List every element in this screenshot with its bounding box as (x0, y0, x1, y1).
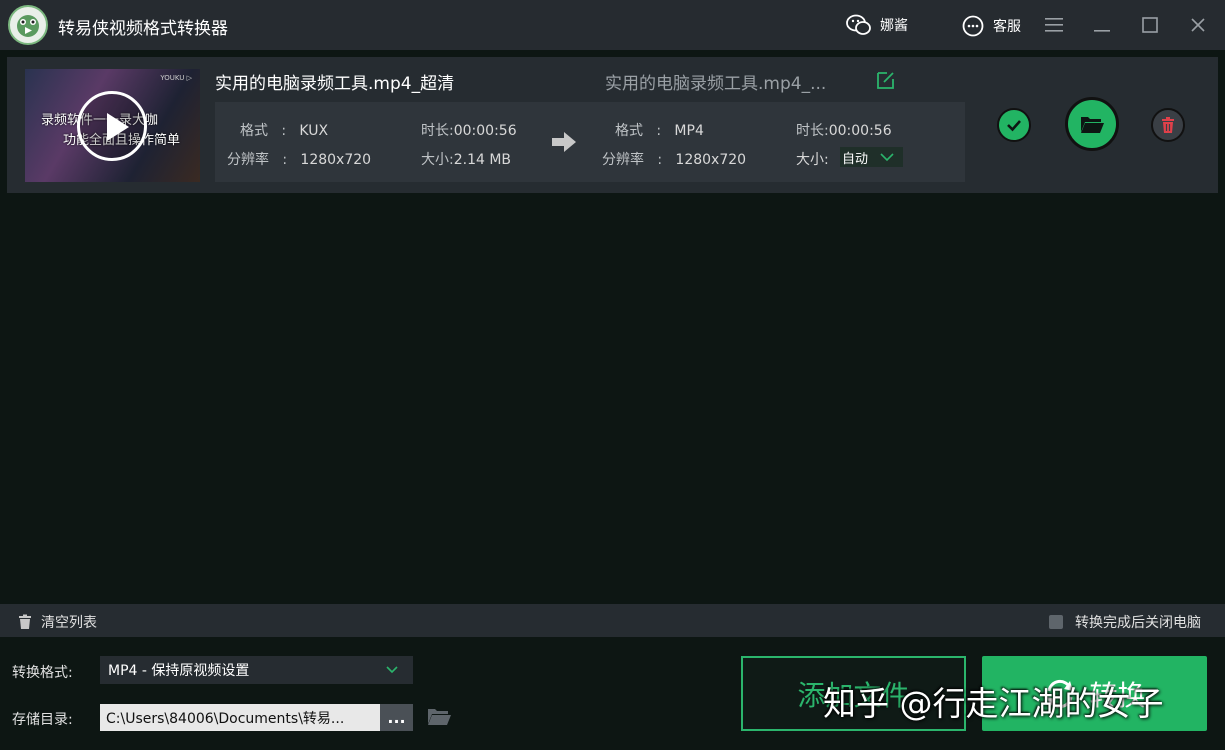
list-toolbar: 清空列表 转换完成后关闭电脑 (0, 604, 1225, 637)
clear-list-label: 清空列表 (41, 615, 97, 631)
output-format-select[interactable]: MP4 - 保持原视频设置 (100, 656, 413, 684)
video-thumbnail[interactable]: YOUKU ▷ 录频软件一一录大咖 功能全面且操作简单 (25, 69, 200, 182)
maximize-button[interactable] (1137, 12, 1163, 38)
app-title: 转易侠视频格式转换器 (58, 19, 228, 39)
trash-icon (19, 614, 31, 629)
output-resolution: 分辨率 : 1280x720 (602, 152, 747, 168)
source-duration: 时长:00:00:56 (421, 123, 517, 139)
minimize-button[interactable] (1089, 12, 1115, 38)
source-resolution-value: 1280x720 (300, 152, 372, 168)
folder-icon (428, 709, 451, 725)
format-label: 转换格式: (12, 665, 73, 681)
conversion-info: 格式 : KUX 分辨率 : 1280x720 时长:00:00:56 大小:2… (215, 102, 965, 182)
source-size-value: 2.14 MB (453, 152, 512, 168)
shutdown-checkbox[interactable] (1049, 615, 1063, 629)
output-duration: 时长:00:00:56 (796, 123, 892, 139)
source-size: 大小:2.14 MB (421, 152, 512, 168)
hamburger-menu-icon (1045, 18, 1063, 32)
output-format-value: MP4 (674, 123, 704, 139)
output-file-name[interactable]: 实用的电脑录频工具.mp4_... (605, 69, 826, 94)
output-dir-field[interactable]: C:\Users\84006\Documents\转易... (100, 704, 380, 731)
source-resolution: 分辨率 : 1280x720 (227, 152, 372, 168)
add-file-label: 添加文件 (797, 678, 910, 712)
title-bar: 转易侠视频格式转换器 娜酱 客服 (0, 0, 1225, 50)
output-duration-value: 00:00:56 (828, 123, 892, 139)
output-format: 格式 : MP4 (615, 123, 704, 139)
open-folder-button[interactable] (1065, 97, 1119, 151)
output-format-select-value: MP4 - 保持原视频设置 (108, 663, 250, 679)
close-button[interactable] (1185, 12, 1211, 38)
output-size-label: 大小: (796, 152, 829, 168)
convert-label: 转换 (1089, 678, 1146, 712)
source-format: 格式 : KUX (240, 123, 329, 139)
chevron-down-icon (386, 666, 398, 674)
output-resolution-value: 1280x720 (675, 152, 747, 168)
thumbnail-brand: YOUKU ▷ (160, 74, 192, 82)
wechat-icon (846, 14, 871, 35)
service-label: 客服 (993, 19, 1021, 35)
open-output-folder-button[interactable] (426, 706, 452, 732)
user-account[interactable]: 娜酱 (846, 14, 908, 36)
chevron-down-icon (880, 153, 894, 162)
maximize-icon (1142, 17, 1158, 33)
app-logo-icon (8, 5, 48, 45)
folder-open-icon (1081, 117, 1104, 133)
convert-arrows-icon (1047, 679, 1074, 708)
minimize-icon (1094, 30, 1110, 32)
arrow-right-icon (550, 130, 578, 158)
confirm-settings-button[interactable] (997, 108, 1031, 142)
dir-label: 存储目录: (12, 712, 73, 728)
clear-list-button[interactable]: 清空列表 (17, 612, 97, 632)
file-list-item: YOUKU ▷ 录频软件一一录大咖 功能全面且操作简单 实用的电脑录频工具.mp… (7, 57, 1218, 193)
source-file-name: 实用的电脑录频工具.mp4_超清 (215, 74, 455, 94)
play-icon[interactable] (77, 91, 147, 161)
add-file-button[interactable]: 添加文件 (741, 656, 966, 731)
edit-name-button[interactable] (875, 69, 897, 95)
close-icon (1191, 18, 1205, 32)
customer-service[interactable]: 客服 (961, 14, 1021, 38)
output-size-value: 自动 (842, 151, 869, 167)
chat-bubble-icon (962, 15, 984, 37)
user-name: 娜酱 (880, 18, 908, 34)
delete-item-button[interactable] (1151, 108, 1185, 142)
convert-button[interactable]: 转换 (982, 656, 1207, 731)
shutdown-option[interactable]: 转换完成后关闭电脑 (1049, 612, 1201, 632)
menu-button[interactable] (1041, 12, 1067, 38)
source-format-value: KUX (299, 123, 329, 139)
browse-button[interactable]: ... (380, 704, 413, 731)
edit-icon (877, 72, 894, 89)
source-duration-value: 00:00:56 (453, 123, 517, 139)
shutdown-label: 转换完成后关闭电脑 (1075, 615, 1201, 631)
output-size-select[interactable]: 自动 (840, 147, 903, 167)
trash-icon (1162, 117, 1174, 133)
checkmark-icon (1007, 120, 1021, 132)
